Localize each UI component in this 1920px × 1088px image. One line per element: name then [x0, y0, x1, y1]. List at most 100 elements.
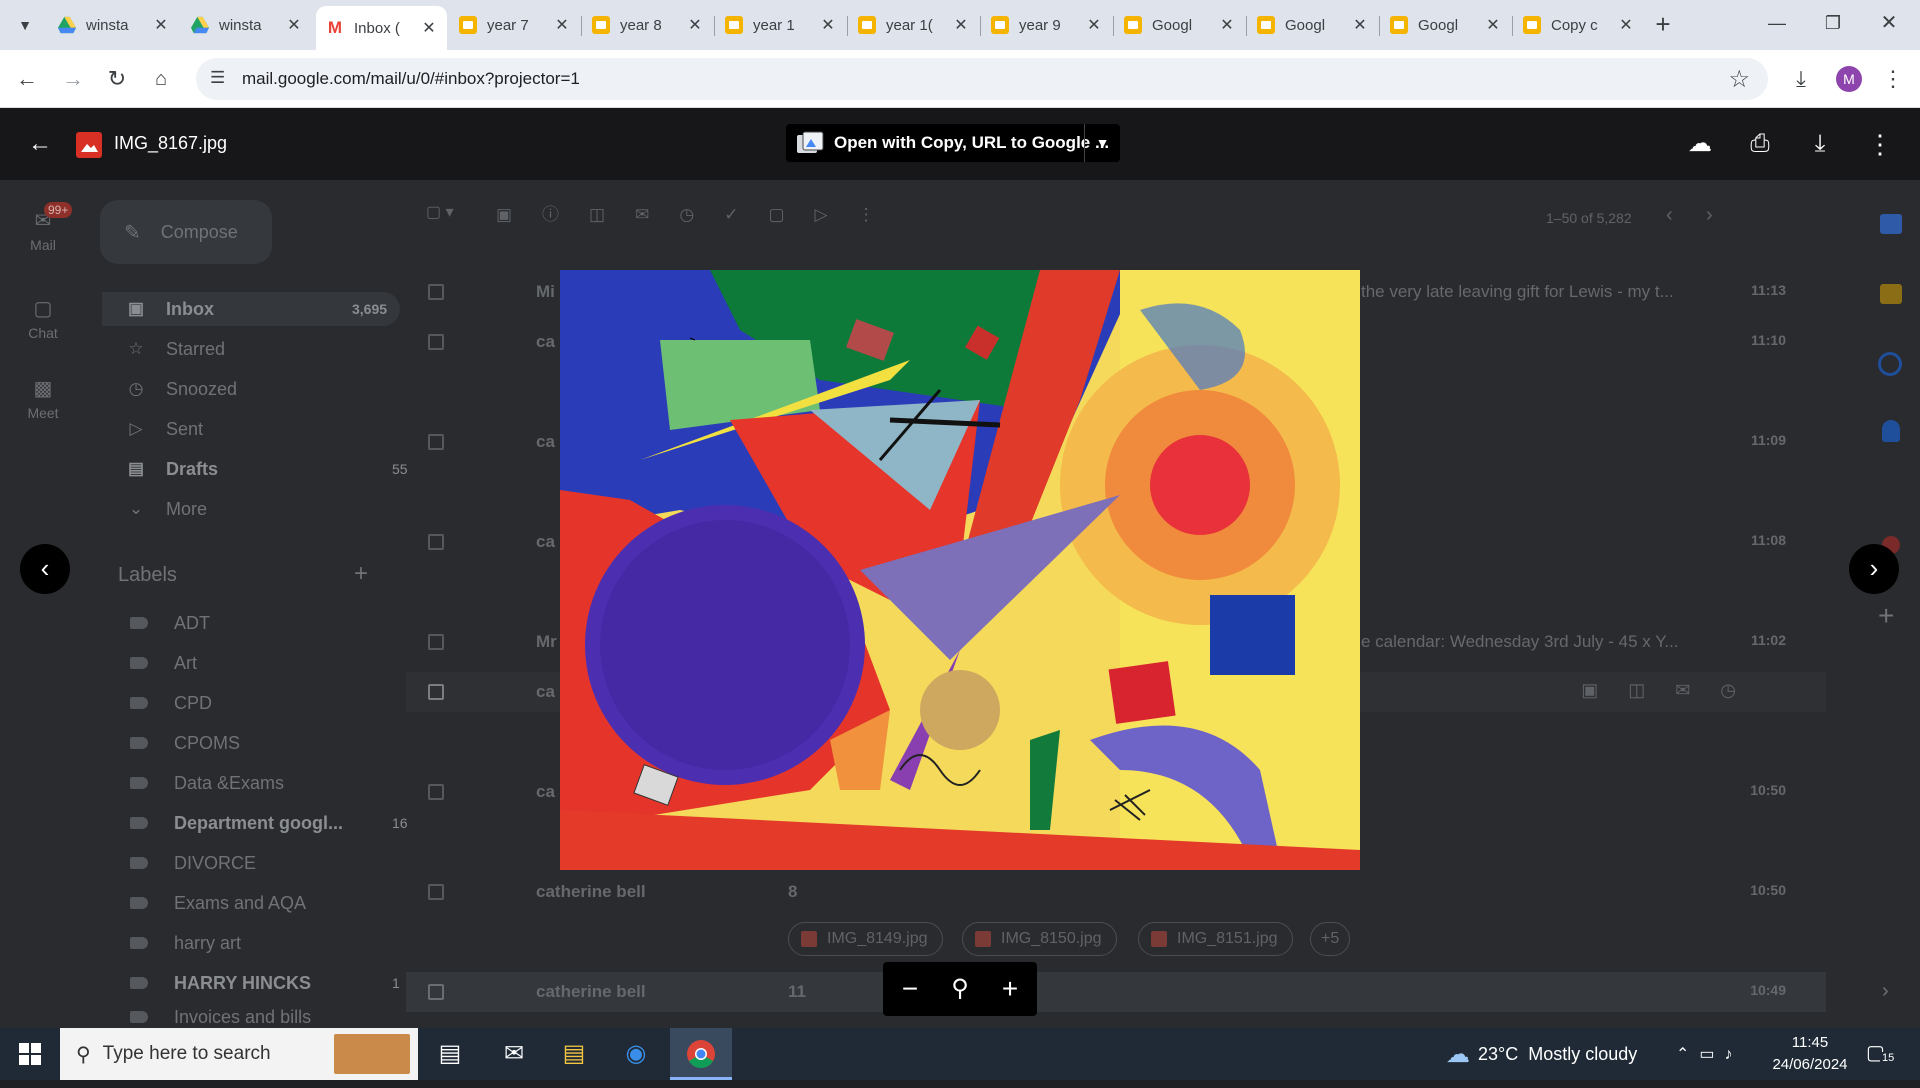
close-tab-icon[interactable]: ✕	[153, 15, 169, 35]
home-icon[interactable]: ⌂	[146, 64, 176, 94]
close-tab-icon[interactable]: ✕	[421, 18, 437, 38]
tab-2[interactable]: winsta ✕	[181, 8, 312, 42]
attachment-chip[interactable]: IMG_8149.jpg	[788, 922, 943, 956]
attachment-chip[interactable]: IMG_8150.jpg	[962, 922, 1117, 956]
previous-image-button[interactable]: ‹	[20, 544, 70, 594]
tab-1[interactable]: winsta ✕	[48, 8, 179, 42]
row-hover-actions[interactable]: ▣◫✉◷	[1581, 680, 1766, 701]
tab-8[interactable]: year 9 ✕	[981, 8, 1112, 42]
url-text[interactable]: mail.google.com/mail/u/0/#inbox?projecto…	[242, 69, 580, 89]
keep-icon[interactable]	[1880, 284, 1902, 304]
tab-11[interactable]: Googl ✕	[1380, 8, 1511, 42]
tab-5[interactable]: year 8 ✕	[582, 8, 713, 42]
zoom-out-icon[interactable]: −	[893, 972, 927, 1006]
back-icon[interactable]: ←	[12, 64, 42, 94]
tab-10[interactable]: Googl ✕	[1247, 8, 1378, 42]
print-icon[interactable]: ⎙	[1744, 128, 1776, 160]
close-tab-icon[interactable]: ✕	[1485, 15, 1501, 35]
download-icon[interactable]: ⤓	[1804, 128, 1836, 160]
weather-widget[interactable]: ☁ 23°C Mostly cloudy	[1446, 1028, 1637, 1080]
row-checkbox[interactable]	[428, 534, 444, 550]
forward-icon[interactable]: →	[58, 64, 88, 94]
row-checkbox[interactable]	[428, 634, 444, 650]
bookmark-star-icon[interactable]: ☆	[1728, 65, 1750, 94]
more-attachments-chip[interactable]: +5	[1310, 922, 1351, 956]
close-tab-icon[interactable]: ✕	[1618, 15, 1634, 35]
tab-9[interactable]: Googl ✕	[1114, 8, 1245, 42]
notification-icon[interactable]: ▢ 15	[1866, 1040, 1897, 1066]
row-checkbox[interactable]	[428, 784, 444, 800]
attachment-chip[interactable]: IMG_8151.jpg	[1138, 922, 1293, 956]
close-viewer-arrow-icon[interactable]: ←	[24, 128, 56, 160]
close-tab-icon[interactable]: ✕	[820, 15, 836, 35]
next-image-button[interactable]: ›	[1849, 544, 1899, 594]
new-tab-icon[interactable]: +	[1648, 9, 1678, 39]
tab-6[interactable]: year 1 ✕	[715, 8, 846, 42]
close-tab-icon[interactable]: ✕	[1219, 15, 1235, 35]
file-explorer-icon[interactable]: ▤	[544, 1028, 604, 1080]
row-checkbox[interactable]	[428, 334, 444, 350]
open-with-dropdown-icon[interactable]: ▼	[1084, 124, 1120, 162]
table-row[interactable]: catherine bell 11 10:49	[406, 972, 1826, 1012]
row-checkbox[interactable]	[428, 984, 444, 1000]
tab-4[interactable]: year 7 ✕	[449, 8, 580, 42]
minimize-icon[interactable]: —	[1762, 8, 1792, 38]
row-checkbox[interactable]	[428, 284, 444, 300]
tasks-icon[interactable]	[1878, 352, 1902, 376]
close-tab-icon[interactable]: ✕	[286, 15, 302, 35]
address-bar[interactable]: ☰ mail.google.com/mail/u/0/#inbox?projec…	[196, 58, 1768, 100]
profile-avatar[interactable]: M	[1836, 66, 1862, 92]
add-to-drive-icon[interactable]: ☁	[1684, 128, 1716, 160]
table-row[interactable]: catherine bell 8 10:50	[406, 872, 1826, 912]
compose-button[interactable]: ✎ Compose	[100, 200, 272, 264]
rail-meet[interactable]: ▩ Meet	[0, 376, 86, 421]
open-with-button[interactable]: Open with Copy, URL to Google ... ▼	[786, 124, 1120, 162]
expand-panel-icon[interactable]: ›	[1882, 980, 1889, 1003]
row-sender: Mr	[536, 632, 557, 651]
prev-page-icon[interactable]: ‹	[1666, 204, 1673, 227]
close-tab-icon[interactable]: ✕	[687, 15, 703, 35]
download-icon[interactable]: ⤓	[1786, 64, 1816, 94]
nav-label: Starred	[166, 338, 226, 359]
browser-menu-icon[interactable]: ⋮	[1878, 64, 1908, 94]
taskbar-search-input[interactable]: ⚲ Type here to search	[60, 1028, 418, 1080]
reload-icon[interactable]: ↻	[102, 64, 132, 94]
close-tab-icon[interactable]: ✕	[554, 15, 570, 35]
close-tab-icon[interactable]: ✕	[1352, 15, 1368, 35]
label-name: Department googl...	[174, 812, 344, 833]
clock[interactable]: 11:45 24/06/2024	[1770, 1032, 1850, 1076]
site-info-icon[interactable]: ☰	[210, 68, 225, 88]
mail-app-icon[interactable]: ✉	[484, 1028, 544, 1080]
zoom-reset-icon[interactable]: ⚲	[943, 972, 977, 1006]
label-icon	[130, 1011, 148, 1023]
row-checkbox[interactable]	[428, 884, 444, 900]
chrome-app-icon[interactable]	[670, 1028, 732, 1080]
calendar-icon[interactable]	[1880, 214, 1902, 234]
rail-chat[interactable]: ▢ Chat	[0, 296, 86, 341]
toolbar-actions[interactable]: ▣ⓘ◫✉◷✓▢▷⋮	[496, 200, 905, 225]
close-window-icon[interactable]: ✕	[1874, 8, 1904, 38]
row-checkbox[interactable]	[428, 684, 444, 700]
close-tab-icon[interactable]: ✕	[953, 15, 969, 35]
contacts-icon[interactable]	[1882, 420, 1900, 442]
task-view-icon[interactable]: ▤	[420, 1028, 480, 1080]
row-checkbox[interactable]	[428, 434, 444, 450]
more-actions-icon[interactable]: ⋮	[1864, 128, 1896, 160]
restore-icon[interactable]: ❐	[1818, 8, 1848, 38]
next-page-icon[interactable]: ›	[1706, 204, 1713, 227]
system-tray-icons[interactable]: ⌃▭♪	[1676, 1028, 1743, 1080]
get-addons-icon[interactable]: +	[1878, 600, 1894, 632]
tab-3-active[interactable]: M Inbox ( ✕	[316, 6, 447, 50]
rail-mail[interactable]: ✉ 99+ Mail	[0, 202, 86, 253]
maps-app-icon[interactable]: ◉	[606, 1028, 666, 1080]
close-tab-icon[interactable]: ✕	[1086, 15, 1102, 35]
zoom-in-icon[interactable]: +	[993, 972, 1027, 1006]
search-placeholder: Type here to search	[102, 1043, 271, 1064]
tab-12[interactable]: Copy c ✕	[1513, 8, 1644, 42]
windows-start-icon[interactable]	[0, 1028, 60, 1080]
tab-7[interactable]: year 1( ✕	[848, 8, 979, 42]
add-label-icon[interactable]: +	[354, 560, 368, 588]
select-all-checkbox[interactable]: ▢ ▾	[426, 202, 454, 222]
tab-search-icon[interactable]: ▼	[10, 10, 40, 40]
nav-inbox[interactable]: ▣ Inbox 3,695	[102, 292, 400, 326]
